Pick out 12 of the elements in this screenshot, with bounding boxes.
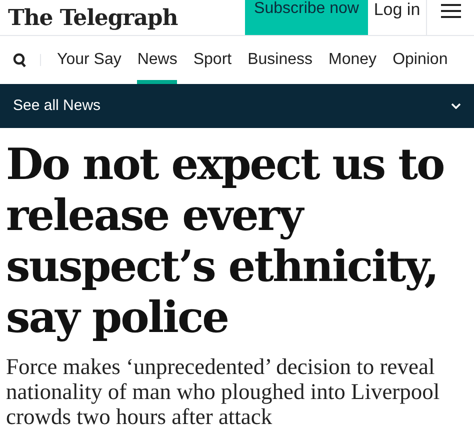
login-button[interactable]: Log in — [368, 0, 427, 35]
subscribe-button[interactable]: Subscribe now — [245, 0, 368, 35]
nav-tab[interactable]: Your Say — [57, 36, 122, 84]
headline: Do not expect us to release every suspect’s ethnicity, say police — [5, 139, 445, 344]
standfirst: Force makes ‘unprecedented’ decision to reveal nationality of man who ploughed into Liverpool crowds two hours after attack — [5, 353, 441, 429]
nav-tab[interactable]: Money — [328, 36, 377, 84]
section-link[interactable]: See all News — [13, 94, 101, 118]
nav-tab[interactable]: Sport — [193, 36, 232, 84]
nav-tab[interactable]: Business — [248, 36, 313, 84]
nav-tab[interactable]: Opinion — [392, 36, 448, 84]
site-logo[interactable]: The Telegraph — [8, 6, 178, 28]
chevron-down-icon[interactable] — [451, 103, 461, 109]
